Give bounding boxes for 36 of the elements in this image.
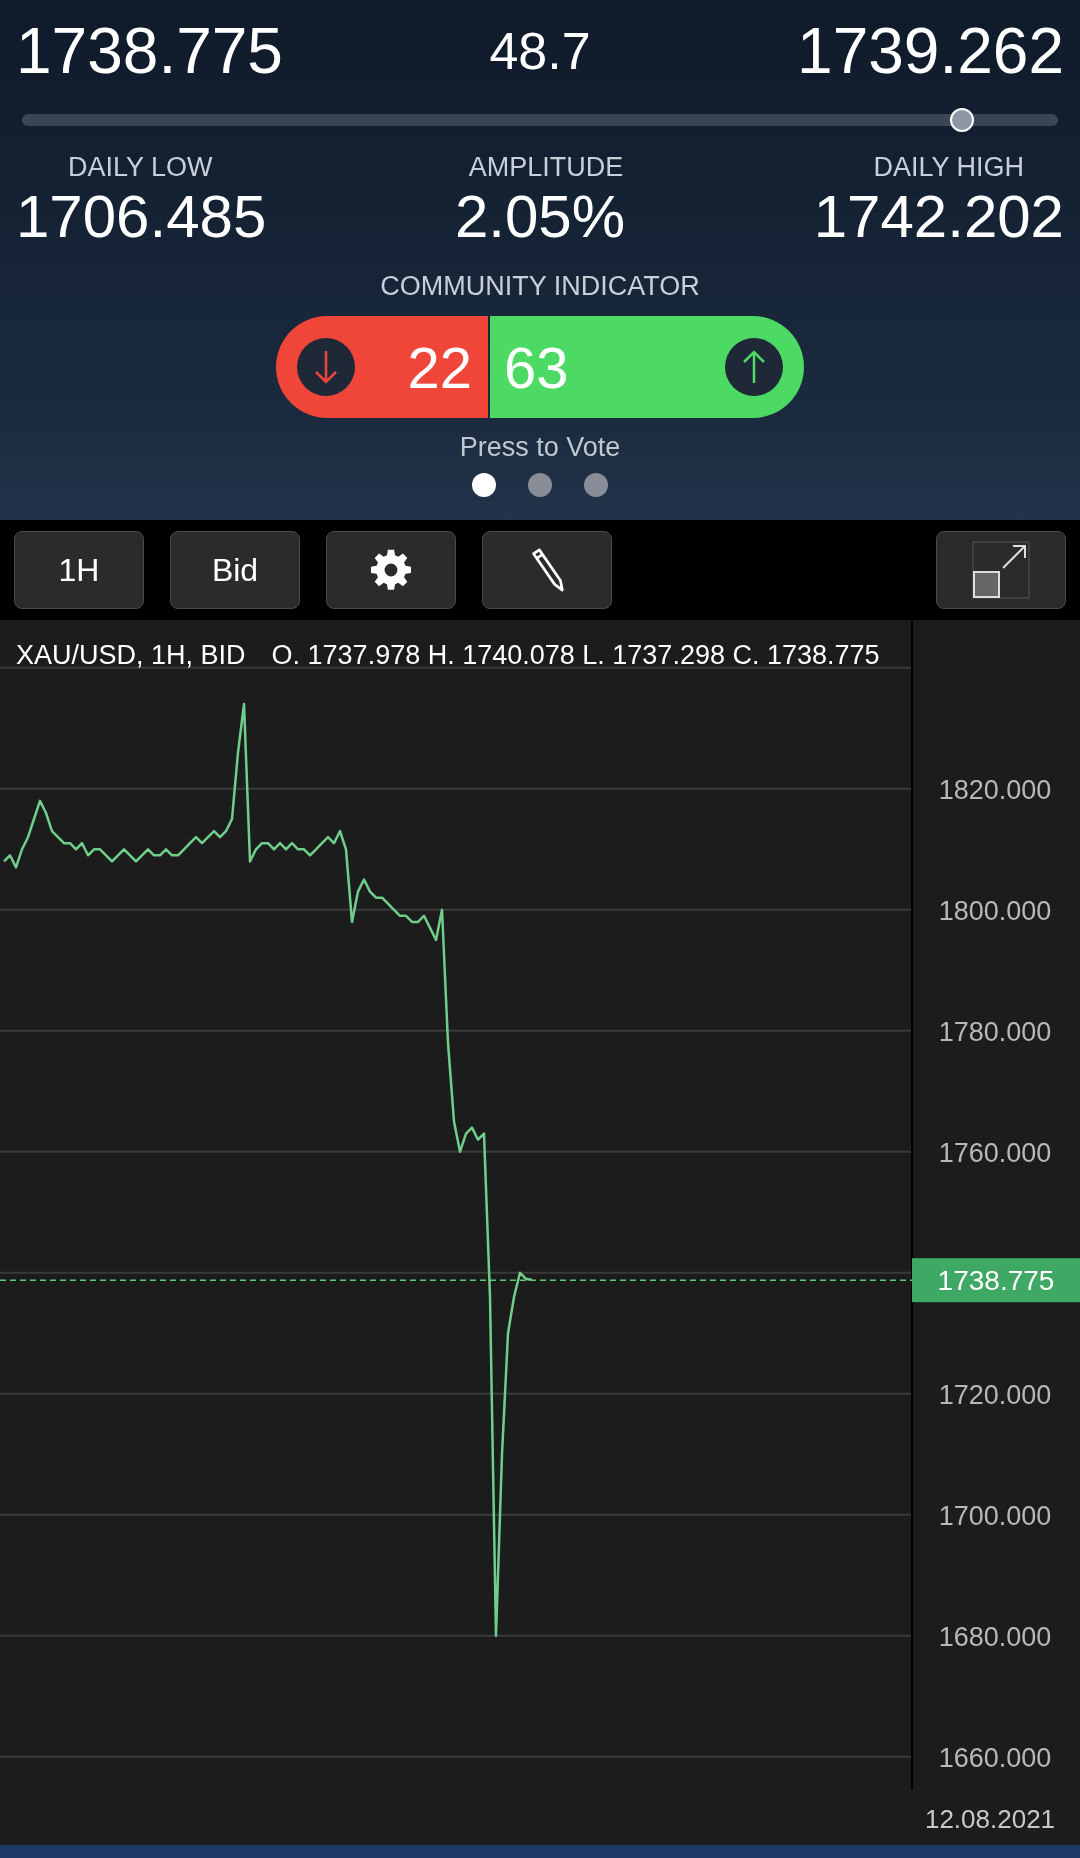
page-dot[interactable] xyxy=(472,473,496,497)
price-axis-label: 1820.000 xyxy=(938,774,1052,805)
sell-vote-button[interactable]: 22 xyxy=(276,316,488,418)
stat-label: AMPLITUDE xyxy=(467,152,625,183)
price-axis-label: 1780.000 xyxy=(938,1016,1052,1047)
stat-value: 1706.485 xyxy=(16,185,268,249)
settings-button[interactable] xyxy=(326,531,456,609)
timeframe-button[interactable]: 1H xyxy=(14,531,144,609)
price-axis-label: 1660.000 xyxy=(938,1742,1052,1773)
current-price-tag: 1738.775 xyxy=(912,1258,1080,1303)
spread-value: 48.7 xyxy=(488,21,592,82)
page-dot[interactable] xyxy=(584,473,608,497)
timeframe-button[interactable]: Bid xyxy=(170,531,300,609)
ask-price: 1739.262 xyxy=(796,14,1064,88)
ohlc-values: O. 1737.978 H. 1740.078 L. 1737.298 C. 1738.775 xyxy=(271,640,880,671)
page-dot[interactable] xyxy=(528,473,552,497)
price-axis-label: 1720.000 xyxy=(938,1379,1052,1410)
bid-price: 1738.775 xyxy=(16,14,284,88)
price-axis-label: 1800.000 xyxy=(938,895,1052,926)
expand-icon xyxy=(971,540,1031,600)
fullscreen-button[interactable] xyxy=(936,531,1066,609)
indicator-title: COMMUNITY INDICATOR xyxy=(379,271,701,302)
vote-hint: Press to Vote xyxy=(458,432,622,463)
date-label: 12.08.2021 xyxy=(924,1804,1056,1834)
stat-value: 1742.202 xyxy=(812,185,1064,249)
settings-icon xyxy=(369,548,413,592)
price-axis-label: 1760.000 xyxy=(938,1137,1052,1168)
stat-label: DAILY HIGH xyxy=(872,152,1024,183)
draw-button[interactable] xyxy=(482,531,612,609)
stat-label: DAILY LOW xyxy=(68,152,214,183)
price-axis-label: 1680.000 xyxy=(938,1621,1052,1652)
stat-value: 2.05% xyxy=(453,185,627,249)
slider-thumb[interactable] xyxy=(949,108,974,132)
price-axis-label: 1700.000 xyxy=(938,1500,1052,1531)
ref-line-label: 1738.775 xyxy=(937,1265,1055,1297)
symbol-label: XAU/USD, 1H, BID xyxy=(16,640,246,671)
